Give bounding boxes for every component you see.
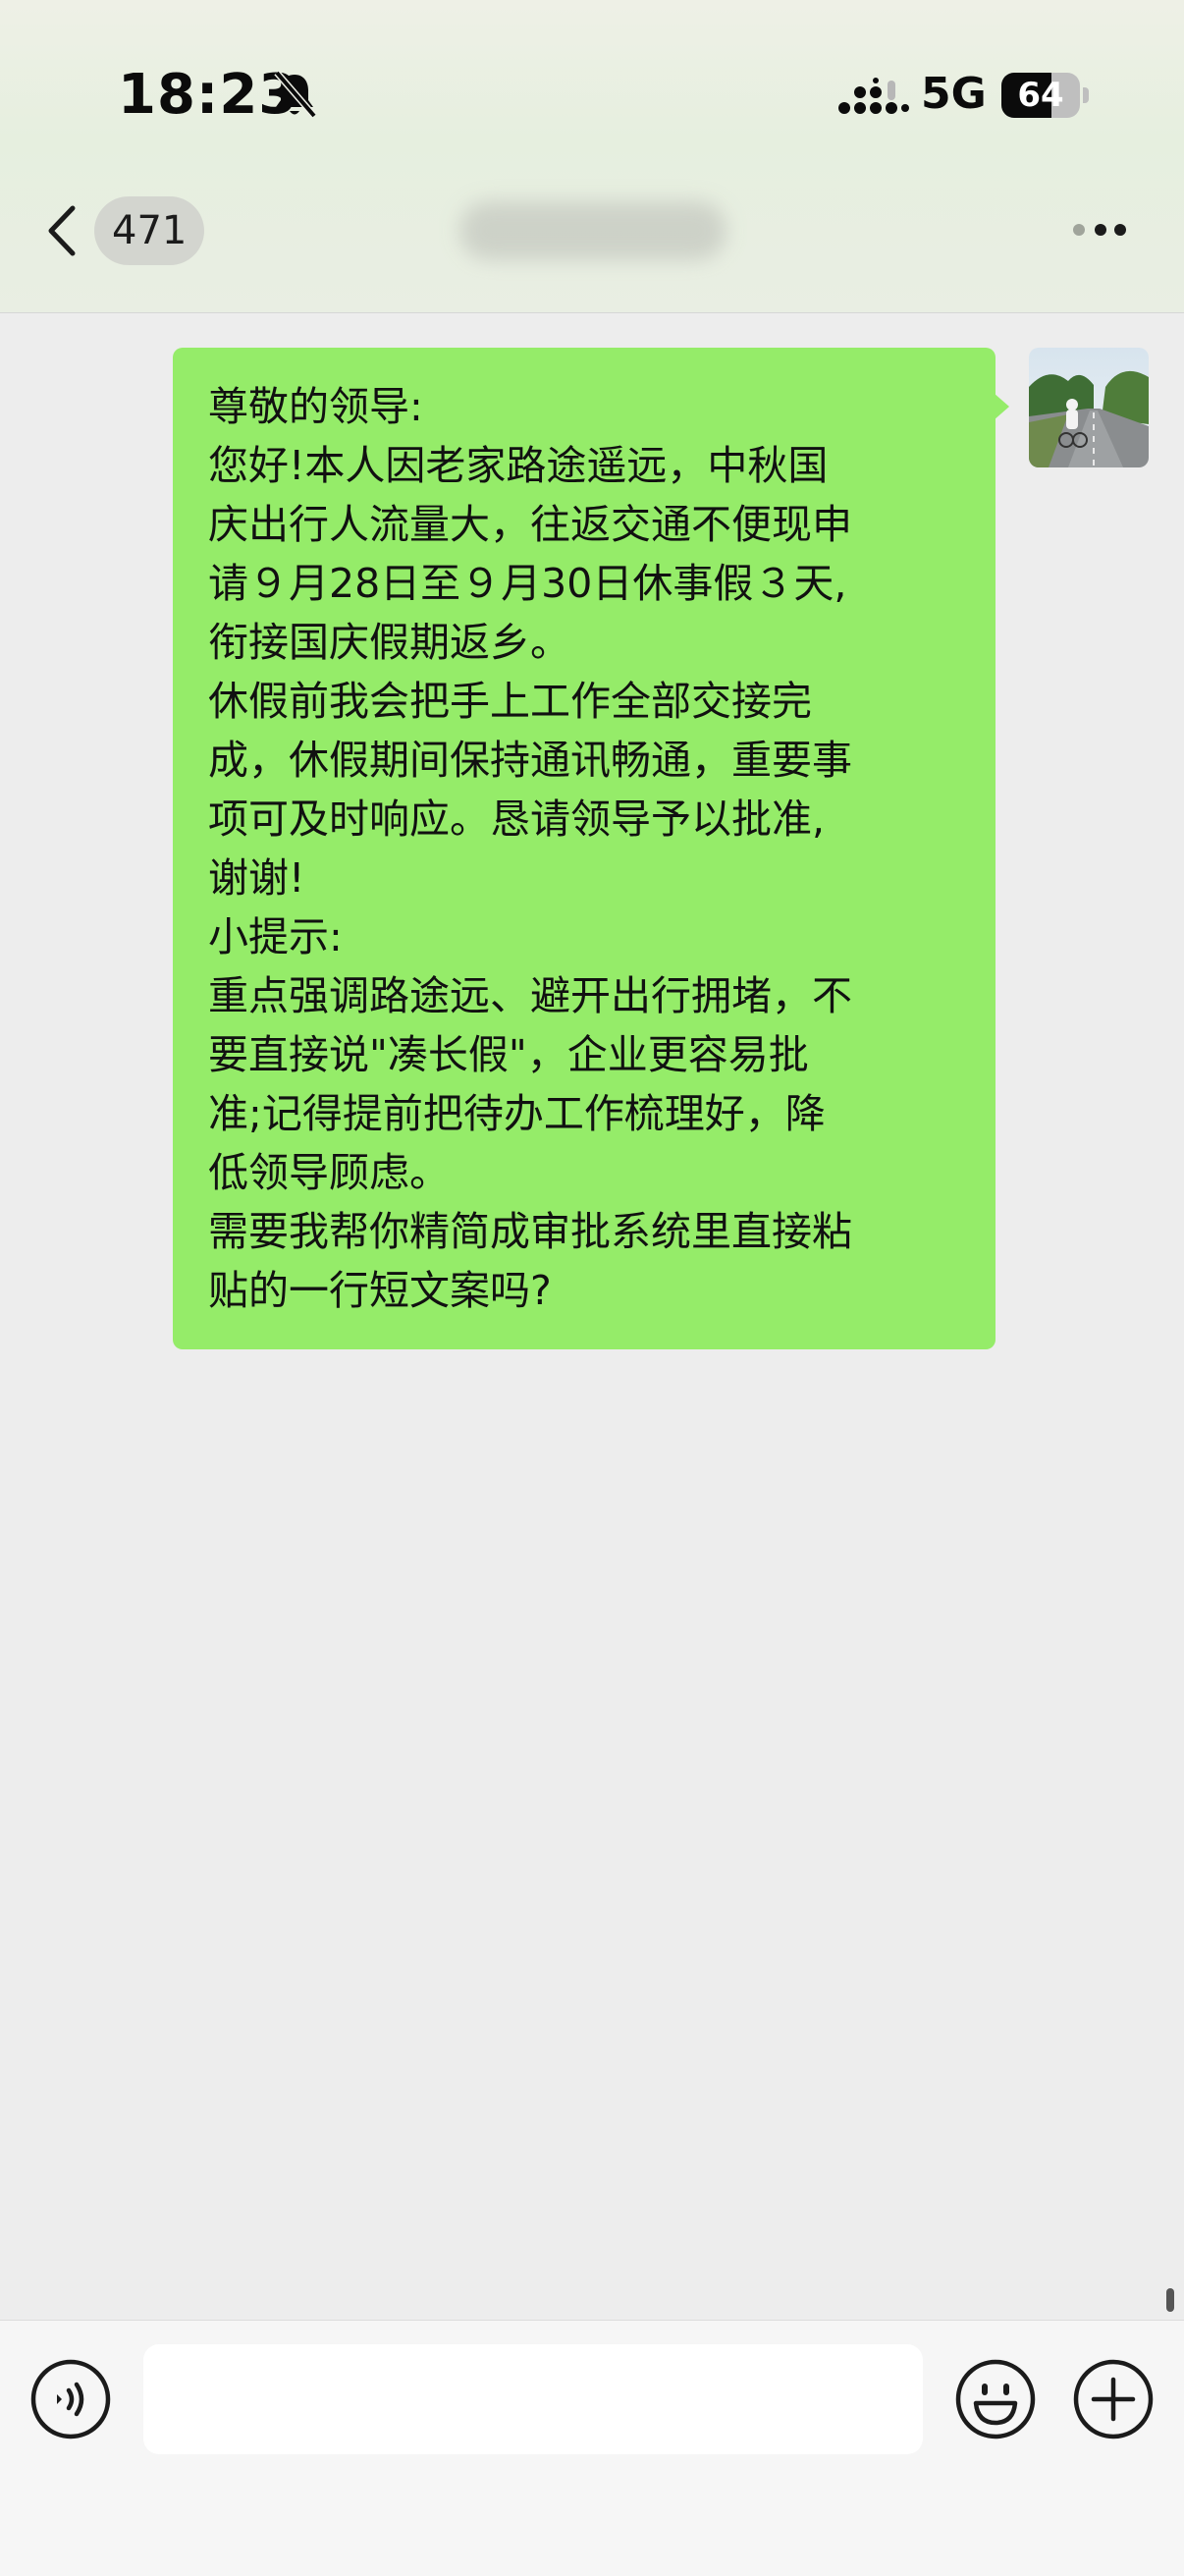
message-line: 低领导顾虑。 [208, 1149, 450, 1196]
more-functions-plus-button[interactable] [1072, 2358, 1155, 2440]
message-line: 重点强调路途远、避开出行拥堵，不 [208, 972, 852, 1019]
message-text: 尊敬的领导: 您好!本人因老家路途遥远，中秋国 庆出行人流量大，往返交通不便现申… [208, 377, 974, 1320]
input-bar [0, 2320, 1184, 2576]
bubble-tail [994, 393, 1009, 420]
avatar-photo-icon [1029, 348, 1149, 467]
message-line: 要直接说"凑长假"，企业更容易批 [208, 1031, 809, 1078]
message-line: 准;记得提前把待办工作梳理好，降 [208, 1090, 826, 1137]
message-line: 请９月28日至９月30日休事假３天, [208, 560, 847, 607]
network-type: 5G [921, 69, 987, 119]
signal-icon [838, 78, 909, 114]
battery-indicator: 64 [1001, 73, 1089, 118]
message-line: 谢谢! [208, 854, 305, 902]
battery-level: 64 [1017, 76, 1064, 115]
message-line: 休假前我会把手上工作全部交接完 [208, 678, 812, 725]
more-dot [1073, 224, 1085, 236]
chat-title-blurred [459, 201, 727, 260]
top-bar: 18:23 5G 64 471 [0, 0, 1184, 313]
message-line: 您好!本人因老家路途遥远，中秋国 [208, 442, 829, 489]
message-line: 成，休假期间保持通讯畅通，重要事 [208, 737, 852, 784]
battery-cap [1083, 87, 1089, 103]
unread-count-badge[interactable]: 471 [94, 196, 205, 265]
scrollbar-thumb[interactable] [1166, 2288, 1174, 2312]
back-button[interactable] [39, 196, 88, 265]
message-line: 庆出行人流量大，往返交通不便现申 [208, 501, 852, 548]
message-bubble[interactable]: 尊敬的领导: 您好!本人因老家路途遥远，中秋国 庆出行人流量大，往返交通不便现申… [173, 348, 996, 1349]
battery-body: 64 [1001, 73, 1080, 118]
emoji-button[interactable] [954, 2358, 1037, 2440]
message-line: 衔接国庆假期返乡。 [208, 619, 570, 666]
message-line: 贴的一行短文案吗? [208, 1267, 552, 1314]
bell-slash-icon [274, 70, 317, 119]
more-dot [1114, 224, 1126, 236]
message-line: 项可及时响应。恳请领导予以批准, [208, 795, 826, 843]
message-line: 小提示: [208, 913, 343, 960]
more-options-button[interactable] [1065, 206, 1134, 255]
message-input[interactable] [143, 2344, 923, 2454]
message-line: 尊敬的领导: [208, 383, 423, 430]
user-avatar[interactable] [1029, 348, 1149, 467]
message-line: 需要我帮你精简成审批系统里直接粘 [208, 1208, 852, 1255]
more-dot [1095, 224, 1106, 236]
voice-input-button[interactable] [29, 2358, 112, 2440]
